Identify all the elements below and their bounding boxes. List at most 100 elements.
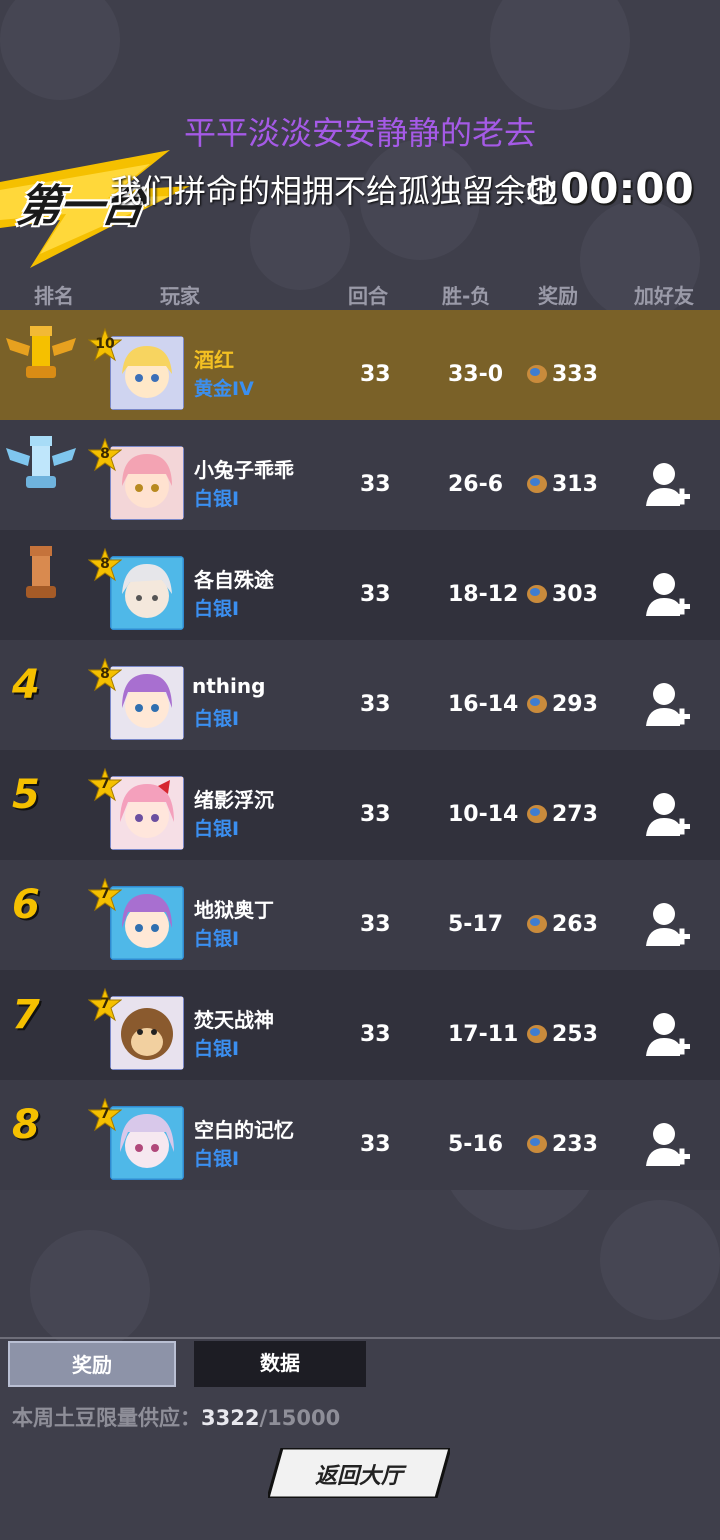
reward-value: 303: [552, 582, 598, 607]
col-rank: 排名: [34, 284, 74, 308]
add-friend-icon[interactable]: [644, 790, 692, 840]
back-button-label: 返回大厅: [314, 1464, 403, 1489]
win-loss-value: 26-6: [448, 472, 504, 497]
table-row: 8 小兔子乖乖 白银I 33 26-6 313: [0, 420, 720, 530]
back-to-lobby-button[interactable]: 返回大厅: [268, 1448, 450, 1498]
player-tier: 白银I: [194, 928, 240, 950]
clock-icon: [527, 177, 555, 205]
player-name: 绪影浮沉: [194, 788, 274, 812]
add-friend-icon[interactable]: [644, 680, 692, 730]
table-row: 4 8 nthing 白银I 33 16-14 293: [0, 640, 720, 750]
level-badge: 8: [100, 446, 110, 462]
weekly-supply: 本周土豆限量供应：3322/15000: [12, 1402, 340, 1432]
tab-data[interactable]: 数据: [194, 1341, 366, 1387]
table-row: 6 7 地狱奥丁 白银I 33 5-17 263: [0, 860, 720, 970]
potato-coin-icon: [527, 1135, 547, 1153]
player-name: 小兔子乖乖: [194, 458, 294, 482]
player-tier: 白银I: [194, 488, 240, 510]
rounds-value: 33: [360, 1132, 391, 1157]
reward-value: 263: [552, 912, 598, 937]
rank-number: 7: [12, 992, 40, 1038]
potato-coin-icon: [527, 475, 547, 493]
level-badge: 7: [100, 1106, 110, 1122]
bronze-rook-trophy-icon: [26, 546, 56, 598]
level-badge: 8: [100, 666, 110, 682]
col-reward: 奖励: [538, 284, 578, 308]
player-name: 酒红: [194, 348, 234, 372]
add-friend-icon[interactable]: [644, 460, 692, 510]
reward-value: 233: [552, 1132, 598, 1157]
win-loss-value: 5-16: [448, 1132, 504, 1157]
potato-coin-icon: [527, 365, 547, 383]
win-loss-value: 10-14: [448, 802, 519, 827]
player-name: nthing: [192, 674, 266, 698]
level-badge: 8: [100, 556, 110, 572]
rank-number: 4: [12, 662, 40, 708]
potato-coin-icon: [527, 915, 547, 933]
supply-current: 3322: [201, 1406, 260, 1430]
rank-number: 6: [12, 882, 40, 928]
level-badge: 10: [95, 336, 115, 352]
player-tier: 白银I: [194, 598, 240, 620]
table-header: 排名 玩家 回合 胜-负 奖励 加好友: [0, 278, 720, 310]
rank-number: 5: [12, 772, 40, 818]
player-tier: 白银I: [194, 1038, 240, 1060]
rounds-value: 33: [360, 362, 391, 387]
rounds-value: 33: [360, 1022, 391, 1047]
lyric-line-1: 平平淡淡安安静静的老去: [183, 114, 536, 152]
col-player: 玩家: [160, 284, 200, 308]
win-loss-value: 5-17: [448, 912, 504, 937]
table-row: 8 7 空白的记忆 白银I 33 5-16 233: [0, 1080, 720, 1190]
reward-value: 333: [552, 362, 598, 387]
win-loss-value: 17-11: [448, 1022, 519, 1047]
rounds-value: 33: [360, 582, 391, 607]
add-friend-icon[interactable]: [644, 900, 692, 950]
potato-coin-icon: [527, 695, 547, 713]
supply-total: /15000: [259, 1406, 341, 1430]
reward-value: 293: [552, 692, 598, 717]
potato-coin-icon: [527, 805, 547, 823]
win-loss-value: 18-12: [448, 582, 519, 607]
player-name: 空白的记忆: [194, 1118, 294, 1142]
level-badge: 7: [100, 886, 110, 902]
rank-number: 8: [12, 1102, 40, 1148]
tab-reward[interactable]: 奖励: [8, 1341, 176, 1387]
table-row: 10 酒红 黄金IV 33 33-0 333: [0, 310, 720, 420]
level-badge: 7: [100, 776, 110, 792]
rounds-value: 33: [360, 692, 391, 717]
player-name: 地狱奥丁: [194, 898, 274, 922]
win-loss-value: 16-14: [448, 692, 519, 717]
add-friend-icon[interactable]: [644, 570, 692, 620]
col-add-friend: 加好友: [634, 284, 694, 308]
table-row: 8 各自殊途 白银I 33 18-12 303: [0, 530, 720, 640]
rounds-value: 33: [360, 912, 391, 937]
player-tier: 白银I: [194, 708, 240, 730]
reward-value: 253: [552, 1022, 598, 1047]
player-name: 焚天战神: [194, 1008, 274, 1032]
win-loss-value: 33-0: [448, 362, 504, 387]
gold-rook-trophy-icon: [6, 326, 76, 378]
header: 第一台 平平淡淡安安静静的老去 我们拼命的相拥不给孤独留余地 00:00: [0, 0, 720, 280]
silver-rook-trophy-icon: [6, 436, 76, 488]
table-row: 5 7 绪影浮沉 白银I 33 10-14 273: [0, 750, 720, 860]
countdown-timer: 00:00: [560, 164, 694, 213]
potato-coin-icon: [527, 1025, 547, 1043]
player-tier: 白银I: [194, 1148, 240, 1170]
rounds-value: 33: [360, 802, 391, 827]
add-friend-icon[interactable]: [644, 1010, 692, 1060]
level-badge: 7: [100, 996, 110, 1012]
table-row: 7 7 焚天战神 白银I 33 17-11 253: [0, 970, 720, 1080]
potato-coin-icon: [527, 585, 547, 603]
lyric-line-2: 我们拼命的相拥不给孤独留余地: [110, 172, 559, 210]
col-win-loss: 胜-负: [442, 284, 491, 308]
reward-value: 313: [552, 472, 598, 497]
player-tier: 白银I: [194, 818, 240, 840]
reward-value: 273: [552, 802, 598, 827]
add-friend-icon[interactable]: [644, 1120, 692, 1170]
player-tier: 黄金IV: [194, 378, 254, 400]
supply-label: 本周土豆限量供应：: [12, 1406, 201, 1430]
col-rounds: 回合: [348, 284, 388, 308]
footer-divider: [0, 1337, 720, 1339]
player-name: 各自殊途: [194, 568, 274, 592]
rounds-value: 33: [360, 472, 391, 497]
